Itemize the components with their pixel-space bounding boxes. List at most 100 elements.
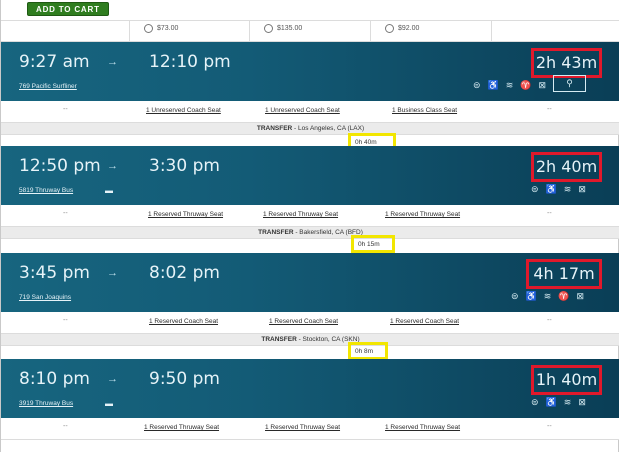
cart-bar: ADD TO CART [1, 0, 619, 21]
arrow-right-icon: → [107, 267, 118, 279]
depart-time: 12:50 pm [19, 156, 101, 176]
wifi-icon: ≋ [563, 397, 572, 407]
fare-price: $135.00 [277, 25, 303, 32]
seat-icon: ⊜ [473, 80, 481, 90]
seat-option[interactable]: 1 Reserved Thruway Seat [144, 424, 219, 431]
trip-results: ADD TO CART $73.00 $135.00 $92.00 9:27 a… [0, 0, 619, 452]
arrive-time: 12:10 pm [149, 52, 231, 72]
seat-option[interactable]: 1 Reserved Coach Seat [269, 318, 338, 325]
seat-option[interactable]: 1 Reserved Thruway Seat [263, 211, 338, 218]
duration-highlight: 2h 43m [531, 48, 602, 78]
wifi-icon: ≋ [505, 80, 514, 90]
seat-icon: ⊜ [531, 397, 539, 407]
depart-time: 3:45 pm [19, 263, 90, 283]
seat-row: -- 1 Unreserved Coach Seat 1 Unreserved … [1, 101, 619, 123]
train-link[interactable]: 5819 Thruway Bus [19, 187, 73, 194]
seat-empty: -- [547, 317, 552, 324]
transfer-label: TRANSFER [256, 125, 293, 132]
fare-price: $73.00 [157, 25, 179, 32]
depart-time: 8:10 pm [19, 369, 90, 389]
transfer-bar: TRANSFER - Bakersfield, CA (BFD) [1, 227, 619, 239]
arrive-time: 9:50 pm [149, 369, 220, 389]
seat-option[interactable]: 1 Reserved Thruway Seat [385, 424, 460, 431]
arrive-time: 3:30 pm [149, 156, 220, 176]
amenities: ⊜ ♿ ≋ ♈ ⊠ [511, 291, 584, 302]
transfer-label: TRANSFER [258, 229, 294, 236]
fare-cell: $92.00 [370, 21, 491, 41]
seat-empty: -- [547, 423, 552, 430]
seat-option[interactable]: 1 Reserved Thruway Seat [265, 424, 340, 431]
fare-cell [491, 21, 619, 41]
seat-option[interactable]: 1 Business Class Seat [392, 107, 457, 114]
transfer-wait-highlight: 0h 8m [348, 342, 388, 360]
amenities: ⊜ ♿ ≋ ⊠ [531, 397, 586, 408]
amenities: ⊜ ♿ ≋ ♈ ⊠ ⚲ [473, 75, 587, 97]
seat-empty: -- [547, 106, 552, 113]
arrow-right-icon: → [107, 160, 118, 172]
fare-option[interactable]: $92.00 [385, 24, 419, 33]
transfer-bar: TRANSFER - Los Angeles, CA (LAX) [1, 123, 619, 135]
fare-price: $92.00 [398, 25, 420, 32]
fare-cell: $135.00 [249, 21, 370, 41]
bus-icon: ▬ [105, 186, 113, 195]
ticket-icon: ⊠ [578, 397, 586, 407]
train-link[interactable]: 719 San Joaquins [19, 294, 71, 301]
transfer-wait: 0h 8m [355, 348, 374, 355]
seat-option[interactable]: 1 Reserved Coach Seat [390, 318, 459, 325]
seat-empty: -- [63, 423, 68, 430]
fare-price-row: $73.00 $135.00 $92.00 [1, 21, 619, 42]
accessible-icon: ♿ [545, 397, 557, 407]
ticket-icon: ⊠ [578, 184, 586, 194]
amenities: ⊜ ♿ ≋ ⊠ [531, 184, 586, 195]
segment-row: 3:45 pm → 8:02 pm 719 San Joaquins 4h 17… [1, 253, 619, 312]
seat-option[interactable]: 1 Reserved Thruway Seat [385, 211, 460, 218]
seat-icon: ⊜ [531, 184, 539, 194]
segment-row: 8:10 pm → 9:50 pm 3919 Thruway Bus ▬ 1h … [1, 359, 619, 418]
seat-row: -- 1 Reserved Coach Seat 1 Reserved Coac… [1, 312, 619, 334]
duration-highlight: 4h 17m [526, 259, 602, 289]
accessible-icon: ♿ [487, 80, 499, 90]
ticket-icon: ⊠ [538, 80, 547, 90]
train-link[interactable]: 769 Pacific Surfliner [19, 83, 77, 90]
transfer-wait: 0h 15m [358, 241, 380, 248]
transfer-label: TRANSFER [261, 336, 297, 343]
seat-empty: -- [63, 317, 68, 324]
depart-time: 9:27 am [19, 52, 90, 72]
transfer-bar: TRANSFER - Stockton, CA (SKN) [1, 334, 619, 346]
fare-option[interactable]: $135.00 [264, 24, 302, 33]
add-to-cart-button[interactable]: ADD TO CART [27, 2, 109, 16]
train-link[interactable]: 3919 Thruway Bus [19, 400, 73, 407]
seat-row: -- 1 Reserved Thruway Seat 1 Reserved Th… [1, 205, 619, 227]
cafe-icon: ♈ [558, 291, 570, 301]
seat-icon: ⊜ [511, 291, 519, 301]
cafe-icon: ♈ [520, 80, 532, 90]
seat-option[interactable]: 1 Unreserved Coach Seat [146, 107, 221, 114]
seat-option[interactable]: 1 Unreserved Coach Seat [265, 107, 340, 114]
transfer-place: Los Angeles, CA (LAX) [298, 125, 365, 132]
arrive-time: 8:02 pm [149, 263, 220, 283]
seat-empty: -- [63, 106, 68, 113]
no-bike-icon: ⚲ [553, 75, 587, 92]
seat-option[interactable]: 1 Reserved Thruway Seat [148, 211, 223, 218]
arrow-right-icon: → [107, 56, 118, 68]
wifi-icon: ≋ [563, 184, 572, 194]
seat-option[interactable]: 1 Reserved Coach Seat [149, 318, 218, 325]
radio-icon[interactable] [264, 24, 273, 33]
radio-icon[interactable] [144, 24, 153, 33]
fare-option[interactable]: $73.00 [144, 24, 178, 33]
transfer-wait: 0h 40m [355, 139, 377, 146]
bus-icon: ▬ [105, 399, 113, 408]
transfer-wait-highlight: 0h 15m [351, 235, 395, 253]
duration-highlight: 1h 40m [531, 365, 602, 395]
radio-icon[interactable] [385, 24, 394, 33]
seat-empty: -- [547, 210, 552, 217]
fare-cell: $73.00 [129, 21, 249, 41]
duration-highlight: 2h 40m [531, 152, 602, 182]
segment-row: 9:27 am → 12:10 pm 769 Pacific Surfliner… [1, 42, 619, 101]
wifi-icon: ≋ [543, 291, 552, 301]
seat-empty: -- [63, 210, 68, 217]
arrow-right-icon: → [107, 373, 118, 385]
ticket-icon: ⊠ [576, 291, 585, 301]
accessible-icon: ♿ [525, 291, 537, 301]
seat-row: -- 1 Reserved Thruway Seat 1 Reserved Th… [1, 418, 619, 440]
